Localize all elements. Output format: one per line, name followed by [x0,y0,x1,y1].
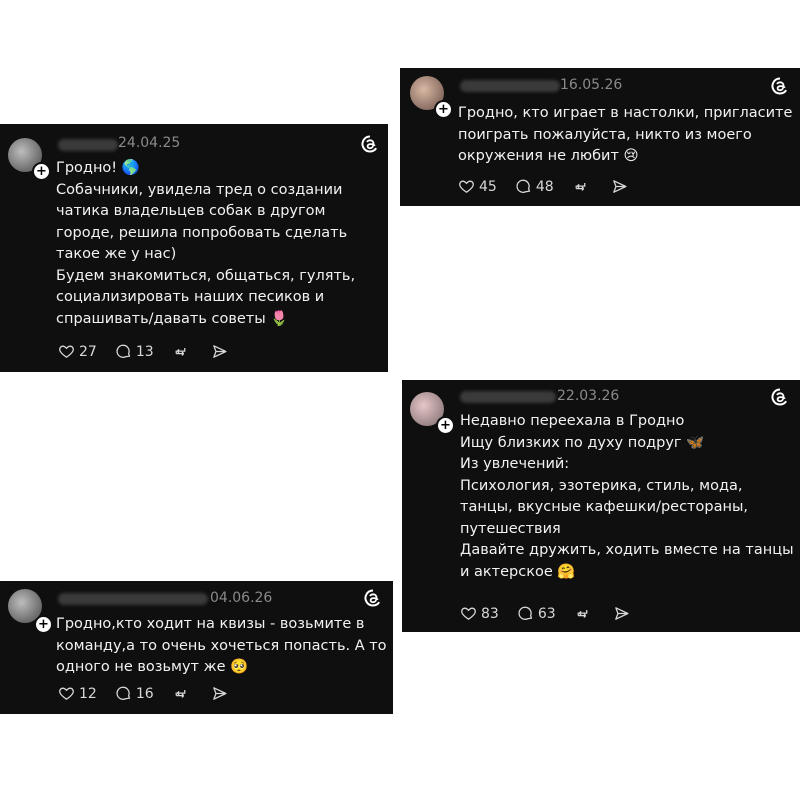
post-date: 24.04.25 [118,135,181,151]
repost-icon [175,347,186,356]
post-line: такое же у нас) [56,246,177,262]
action-bar: 12 16 [58,685,250,702]
post-line: Гродно, кто играет в настолки, пригласит… [458,105,793,121]
post-text: Гродно, кто играет в настолки, пригласит… [458,103,792,168]
threads-logo-icon [771,77,788,95]
heart-icon [59,345,74,358]
username-blurred[interactable] [58,139,118,151]
reply-button[interactable]: 16 [115,685,154,702]
reply-count: 13 [135,343,154,360]
post-line: путешествия [460,520,561,537]
share-icon [212,687,227,700]
post-card-3[interactable]: + 22.03.26 Недавно переехала в Гродно Ищ… [402,380,800,632]
reply-button[interactable]: 63 [517,605,556,622]
post-card-4[interactable]: + 04.06.26 Гродно,кто ходит на квизы - в… [0,581,393,714]
post-line: Будем знакомиться, общаться, гулять, [56,267,356,284]
repost-icon [577,609,588,618]
post-line: и актерское 🤗 [460,563,576,580]
share-icon [612,180,627,193]
post-line: Из увлечений: [460,456,570,472]
comment-icon [516,179,530,193]
follow-plus-icon[interactable]: + [32,162,51,181]
username-blurred[interactable] [460,80,560,92]
reply-count: 16 [135,685,154,702]
heart-icon [461,607,476,620]
post-line: Недавно переехала в Гродно [460,413,685,429]
repost-button[interactable] [572,178,593,195]
post-text: Гродно! 🌎 Собачники, увидела тред о созд… [56,158,355,330]
like-count: 12 [79,685,97,702]
post-line: чатика владельцев собак в другом [56,203,326,219]
like-button[interactable]: 27 [58,343,97,360]
like-count: 27 [79,343,97,360]
username-blurred[interactable] [58,593,208,605]
reply-button[interactable]: 48 [515,178,554,195]
username-blurred[interactable] [460,391,556,403]
comment-icon [116,686,130,700]
share-icon [614,607,629,620]
action-bar: 27 13 [58,343,250,360]
post-line: социализировать наших песиков и [56,289,325,305]
post-line: поиграть пожалуйста, никто из моего [458,126,752,143]
like-count: 45 [479,178,497,195]
share-button[interactable] [613,605,634,622]
reply-count: 48 [535,178,554,195]
post-line: окружения не любит 😢 [458,148,639,164]
post-card-1[interactable]: + 24.04.25 Гродно! 🌎 Собачники, увидела … [0,124,388,372]
like-button[interactable]: 83 [460,605,499,622]
repost-button[interactable] [172,685,193,702]
post-line: спрашивать/давать советы 🌷 [56,310,289,327]
action-bar: 83 63 [460,605,652,622]
comment-icon [518,606,532,620]
post-line: команду,а то очень хочеться попасть. А т… [56,637,387,654]
post-line: городе, решила попробовать сделать [56,224,348,241]
post-text: Недавно переехала в Гродно Ищу близких п… [460,411,794,583]
post-line: Гродно! 🌎 [56,160,140,176]
post-line: Ищу близких по духу подруг 🦋 [460,434,705,451]
repost-button[interactable] [574,605,595,622]
like-button[interactable]: 12 [58,685,97,702]
post-date: 04.06.26 [210,590,273,606]
threads-logo-icon [771,388,788,406]
repost-icon [175,689,186,698]
action-bar: 45 48 [458,178,650,195]
threads-logo-icon [361,135,378,153]
share-button[interactable] [211,343,232,360]
like-button[interactable]: 45 [458,178,497,195]
reply-count: 63 [537,605,556,622]
share-button[interactable] [211,685,232,702]
post-text: Гродно,кто ходит на квизы - возьмите в к… [56,614,387,679]
heart-icon [59,687,74,700]
repost-icon [575,182,586,191]
comment-icon [116,344,130,358]
threads-logo-icon [364,589,381,607]
share-button[interactable] [611,178,632,195]
post-line: одного не возьмут же 🥺 [56,659,249,675]
post-line: Гродно,кто ходит на квизы - возьмите в [56,616,365,632]
post-date: 16.05.26 [560,77,623,93]
post-card-2[interactable]: + 16.05.26 Гродно, кто играет в настолки… [400,68,800,206]
share-icon [212,345,227,358]
follow-plus-icon[interactable]: + [434,100,453,119]
like-count: 83 [481,605,499,622]
reply-button[interactable]: 13 [115,343,154,360]
post-date: 22.03.26 [557,388,620,404]
repost-button[interactable] [172,343,193,360]
follow-plus-icon[interactable]: + [436,416,455,435]
post-line: танцы, вкусные кафешки/рестораны, [460,499,749,515]
post-line: Психология, эзотерика, стиль, мода, [460,477,743,494]
follow-plus-icon[interactable]: + [34,615,53,634]
post-line: Собачники, увидела тред о создании [56,181,343,198]
post-line: Давайте дружить, ходить вместе на танцы [460,542,794,558]
heart-icon [459,180,474,193]
